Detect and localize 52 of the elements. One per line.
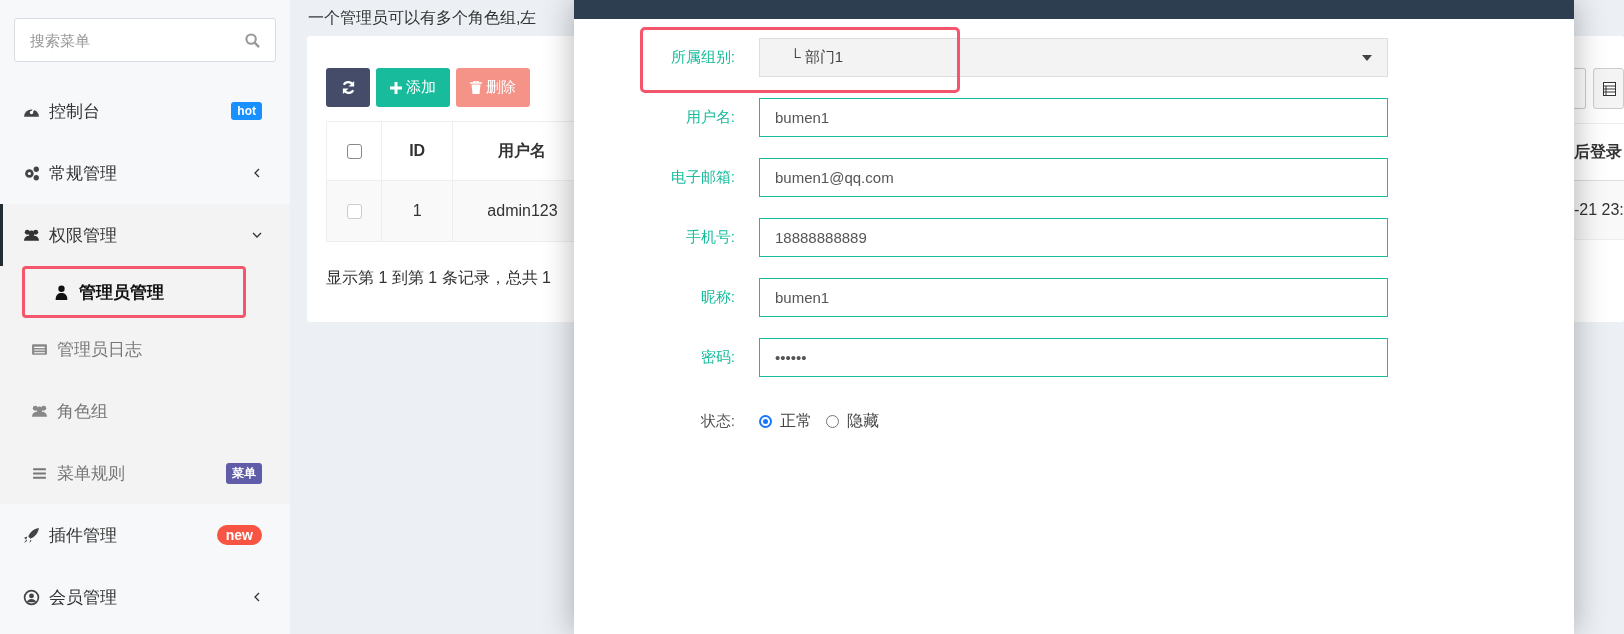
input-field[interactable]: ••••••: [759, 338, 1388, 377]
menu-item[interactable]: 常规管理: [0, 142, 290, 204]
search-field[interactable]: 搜索菜单: [14, 18, 276, 62]
field-label: 用户名:: [684, 108, 736, 127]
radio-button[interactable]: [826, 415, 839, 428]
radio-label: 正常: [780, 411, 812, 431]
field-label: 所属组别:: [669, 48, 736, 67]
input-field[interactable]: 18888888889: [759, 218, 1388, 257]
checkbox[interactable]: [346, 204, 362, 220]
input-field[interactable]: bumen1: [759, 98, 1388, 137]
menu-icon: [23, 164, 40, 182]
field-label: 状态:: [699, 412, 736, 431]
checkbox[interactable]: [346, 144, 362, 160]
chevron-left-icon: [252, 168, 262, 178]
refresh-button[interactable]: [326, 68, 370, 107]
radio-label: 隐藏: [847, 411, 879, 431]
table-cell: 1: [381, 180, 453, 242]
field-label: 昵称:: [699, 288, 736, 307]
menu-item[interactable]: 角色组: [0, 380, 290, 442]
menu-item[interactable]: 插件管理 new: [0, 504, 290, 566]
menu-icon: [23, 588, 40, 606]
toolbar-button[interactable]: [1593, 68, 1624, 109]
input-field[interactable]: bumen1@qq.com: [759, 158, 1388, 197]
radio-button[interactable]: [759, 415, 772, 428]
input-field[interactable]: bumen1: [759, 278, 1388, 317]
group-select[interactable]: └ 部门1: [759, 38, 1388, 77]
menu-icon: [23, 526, 40, 544]
trash-icon: [470, 81, 482, 94]
plus-icon: [390, 81, 402, 94]
menu-item[interactable]: 管理员日志: [0, 318, 290, 380]
menu-item[interactable]: 权限管理: [0, 204, 290, 266]
chevron-left-icon: [252, 592, 262, 602]
pagination-text: 显示第 1 到第 1 条记录，总共 1: [326, 268, 552, 288]
menu-badge: hot: [231, 102, 262, 120]
field-label: 密码:: [699, 348, 736, 367]
column-header: ID: [381, 121, 453, 181]
notice-text: 一个管理员可以有多个角色组,左: [308, 7, 537, 28]
field-label: 手机号:: [684, 228, 736, 247]
menu-icon: [53, 283, 70, 301]
menu-badge: new: [216, 525, 262, 545]
menu-item[interactable]: 管理员管理: [22, 266, 246, 318]
refresh-icon: [340, 80, 356, 95]
menu-item[interactable]: 菜单规则 菜单: [0, 442, 290, 504]
table-icon: [1603, 81, 1616, 96]
menu-badge: 菜单: [226, 462, 262, 484]
menu-item[interactable]: 会员管理: [0, 566, 290, 628]
field-label: 电子邮箱:: [669, 168, 736, 187]
search-icon: [245, 33, 260, 48]
table-cell: -21 23:: [1574, 180, 1624, 240]
menu-item[interactable]: 控制台 hot: [0, 80, 290, 142]
caret-icon: [1362, 54, 1372, 61]
chevron-down-icon: [252, 230, 262, 240]
